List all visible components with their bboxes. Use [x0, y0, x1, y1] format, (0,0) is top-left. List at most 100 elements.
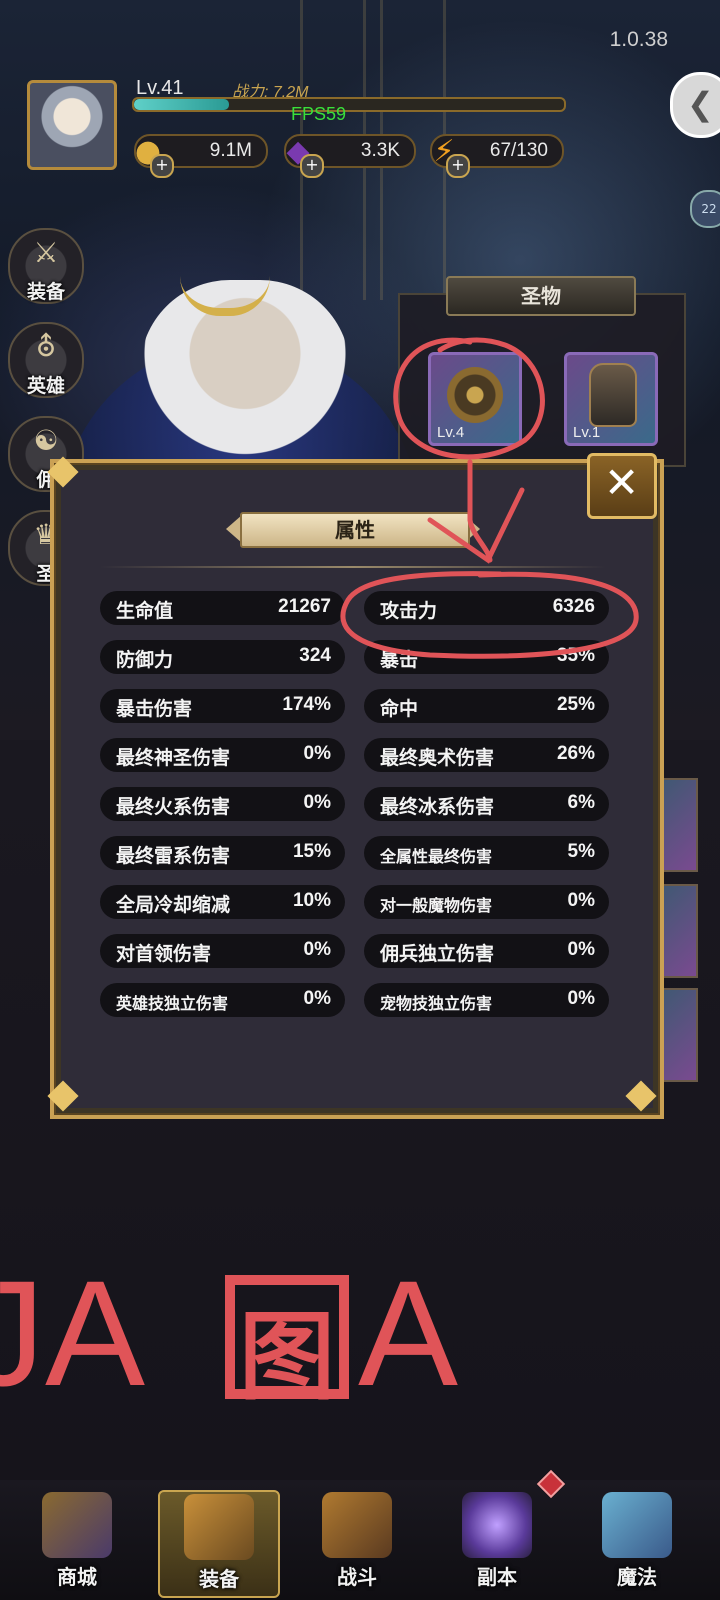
menu-hero-label: 英雄 — [26, 375, 65, 397]
stat-value: 324 — [299, 645, 331, 666]
stat-row: 攻击力 6326 — [364, 591, 609, 625]
stat-name: 宠物技独立伤害 — [380, 994, 493, 1013]
energy-value: 67/130 — [489, 140, 548, 161]
relic-slot-amulet[interactable]: Lv.4 — [428, 352, 522, 446]
dialog-title: 属性 — [240, 512, 470, 548]
nav-shop[interactable]: 商城 — [18, 1490, 136, 1594]
stat-name: 英雄技独立伤害 — [116, 994, 229, 1013]
stat-row: 英雄技独立伤害 0% — [100, 983, 345, 1017]
stat-value: 35% — [556, 645, 595, 666]
stat-row: 最终火系伤害 0% — [100, 787, 345, 821]
nav-equipment-label: 装备 — [199, 1567, 239, 1591]
stat-name: 最终冰系伤害 — [380, 796, 495, 818]
resource-gem[interactable]: ◆ + 3.3K — [284, 134, 416, 178]
helmet-icon: ⛢ — [35, 330, 57, 363]
hero-crown — [180, 248, 270, 316]
gem-value: 3.3K — [360, 140, 400, 161]
nav-dungeon[interactable]: 副本 — [438, 1490, 556, 1594]
nav-magic[interactable]: 魔法 — [578, 1490, 696, 1594]
stat-name: 命中 — [380, 698, 419, 720]
stat-row: 全局冷却缩减 10% — [100, 885, 345, 919]
stat-row: 暴击 35% — [364, 640, 609, 674]
stat-value: 174% — [282, 694, 331, 715]
gauntlet-icon — [589, 363, 637, 427]
menu-hero[interactable]: ⛢ 英雄 — [8, 322, 84, 398]
relic-level: Lv.1 — [573, 424, 601, 441]
relic-title: 圣物 — [446, 276, 636, 316]
stat-value: 10% — [292, 890, 331, 911]
add-gem-icon[interactable]: + — [300, 154, 324, 178]
stat-row: 防御力 324 — [100, 640, 345, 674]
stat-value: 6326 — [552, 596, 595, 617]
stat-value: 26% — [556, 743, 595, 764]
stat-value: 0% — [567, 890, 595, 911]
chest-icon — [184, 1494, 254, 1560]
stat-row: 生命值 21267 — [100, 591, 345, 625]
menu-equipment[interactable]: ⚔ 装备 — [8, 228, 84, 304]
nav-battle[interactable]: 战斗 — [298, 1490, 416, 1594]
stat-value: 0% — [567, 939, 595, 960]
stat-row: 最终雷系伤害 15% — [100, 836, 345, 870]
stat-row: 最终奥术伤害 26% — [364, 738, 609, 772]
nav-shop-label: 商城 — [57, 1565, 97, 1589]
stat-row: 宠物技独立伤害 0% — [364, 983, 609, 1017]
annotation-stamp: 图 — [225, 1275, 349, 1413]
handshake-icon: ☯ — [33, 424, 59, 457]
stat-name: 暴击 — [380, 649, 419, 671]
stat-value: 0% — [567, 988, 595, 1009]
stat-value: 0% — [303, 792, 331, 813]
resource-gold[interactable]: ● + 9.1M — [134, 134, 268, 178]
stat-name: 全局冷却缩减 — [116, 894, 231, 916]
stat-row: 最终神圣伤害 0% — [100, 738, 345, 772]
portal-icon — [462, 1492, 532, 1558]
xp-bar — [132, 97, 566, 112]
add-energy-icon[interactable]: + — [446, 154, 470, 178]
amulet-icon — [447, 367, 503, 423]
relic-level: Lv.4 — [437, 424, 465, 441]
stat-row: 暴击伤害 174% — [100, 689, 345, 723]
close-icon: ✕ — [604, 458, 640, 507]
stat-name: 生命值 — [116, 600, 174, 622]
relic-slot-gauntlet[interactable]: Lv.1 — [564, 352, 658, 446]
stat-row: 对首领伤害 0% — [100, 934, 345, 968]
annotation-stamp-text: 图 — [239, 1301, 335, 1413]
stat-value: 0% — [303, 988, 331, 1009]
side-chip[interactable]: 22 — [690, 190, 720, 228]
stat-name: 对一般魔物伤害 — [380, 896, 493, 915]
back-arrow-icon: ❮ — [687, 85, 714, 123]
stat-value: 0% — [303, 939, 331, 960]
version-label: 1.0.38 — [609, 28, 668, 51]
stat-value: 5% — [567, 841, 595, 862]
stat-row: 对一般魔物伤害 0% — [364, 885, 609, 919]
resource-energy[interactable]: ⚡ + 67/130 — [430, 134, 564, 178]
stat-value: 21267 — [278, 596, 331, 617]
spellbook-icon — [602, 1492, 672, 1558]
close-button[interactable]: ✕ — [587, 453, 657, 519]
stat-row: 佣兵独立伤害 0% — [364, 934, 609, 968]
stat-value: 15% — [292, 841, 331, 862]
stat-name: 防御力 — [116, 649, 174, 671]
stat-row: 最终冰系伤害 6% — [364, 787, 609, 821]
stat-row: 命中 25% — [364, 689, 609, 723]
stat-name: 全属性最终伤害 — [380, 847, 493, 866]
gold-value: 9.1M — [209, 140, 252, 161]
nav-dungeon-label: 副本 — [477, 1565, 517, 1589]
menu-equipment-label: 装备 — [26, 281, 65, 303]
nav-equipment[interactable]: 装备 — [158, 1490, 280, 1598]
player-avatar[interactable] — [27, 80, 117, 170]
add-gold-icon[interactable]: + — [150, 154, 174, 178]
stat-value: 25% — [556, 694, 595, 715]
stat-name: 佣兵独立伤害 — [380, 943, 495, 965]
stat-name: 最终神圣伤害 — [116, 747, 231, 769]
battle-icon — [322, 1492, 392, 1558]
stat-name: 攻击力 — [380, 600, 438, 622]
annotation-text-left: JA — [0, 1249, 146, 1417]
stat-value: 6% — [567, 792, 595, 813]
annotation-text-right: A — [358, 1249, 459, 1417]
shop-icon — [42, 1492, 112, 1558]
equipment-icon: ⚔ — [33, 236, 59, 269]
back-button[interactable]: ❮ — [670, 72, 720, 138]
stat-name: 最终火系伤害 — [116, 796, 231, 818]
stat-name: 最终奥术伤害 — [380, 747, 495, 769]
stat-row: 全属性最终伤害 5% — [364, 836, 609, 870]
